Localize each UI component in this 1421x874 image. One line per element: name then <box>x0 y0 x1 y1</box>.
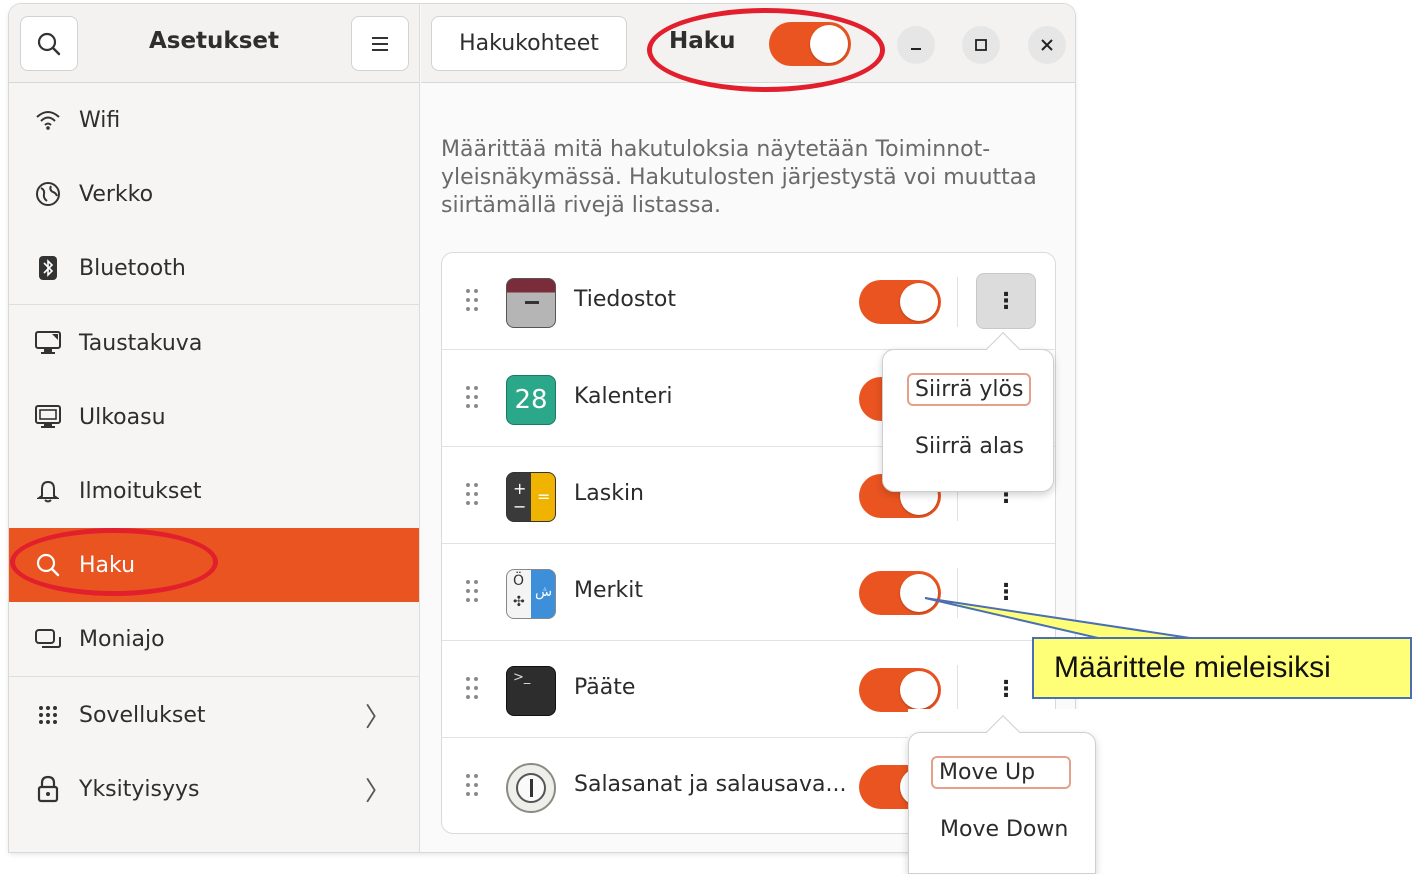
callout-pointer <box>924 597 1191 639</box>
annotation-callout: Määrittele mieleisiksi <box>1032 637 1412 699</box>
